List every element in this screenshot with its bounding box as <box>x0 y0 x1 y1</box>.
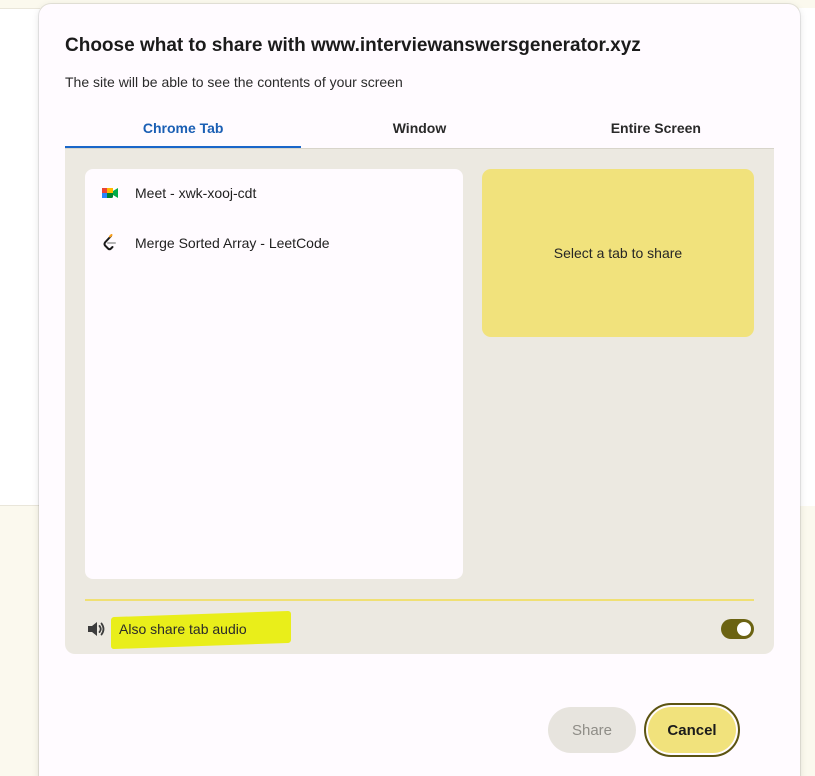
tab-chrome-tab[interactable]: Chrome Tab <box>65 108 302 148</box>
google-meet-icon <box>102 188 118 198</box>
speaker-icon <box>88 622 105 636</box>
background-page-left <box>0 8 40 506</box>
list-item-label: Merge Sorted Array - LeetCode <box>135 235 330 251</box>
dialog-subtitle: The site will be able to see the content… <box>65 74 403 90</box>
cancel-button[interactable]: Cancel <box>644 703 740 757</box>
share-source-tabs: Chrome Tab Window Entire Screen <box>65 108 774 148</box>
tab-entire-screen[interactable]: Entire Screen <box>538 108 774 148</box>
list-item-meet[interactable]: Meet - xwk-xooj-cdt <box>85 173 463 213</box>
audio-share-label: Also share tab audio <box>119 621 247 637</box>
tab-content-panel: Meet - xwk-xooj-cdt Merge Sorted Array -… <box>65 148 774 654</box>
tab-list: Meet - xwk-xooj-cdt Merge Sorted Array -… <box>85 169 463 579</box>
list-item-label: Meet - xwk-xooj-cdt <box>135 185 257 201</box>
toggle-knob <box>737 622 751 636</box>
leetcode-icon <box>103 234 116 251</box>
tab-window[interactable]: Window <box>301 108 537 148</box>
screen-share-dialog: Choose what to share with www.interviewa… <box>39 4 800 776</box>
preview-placeholder-text: Select a tab to share <box>553 245 683 261</box>
background-page-right <box>799 8 815 506</box>
audio-share-toggle[interactable] <box>721 619 754 639</box>
list-item-leetcode[interactable]: Merge Sorted Array - LeetCode <box>85 223 463 263</box>
audio-divider <box>85 599 754 601</box>
tab-preview-area: Select a tab to share <box>482 169 754 337</box>
dialog-title: Choose what to share with www.interviewa… <box>65 35 641 56</box>
share-button[interactable]: Share <box>548 707 636 753</box>
audio-share-row: Also share tab audio <box>85 607 754 651</box>
